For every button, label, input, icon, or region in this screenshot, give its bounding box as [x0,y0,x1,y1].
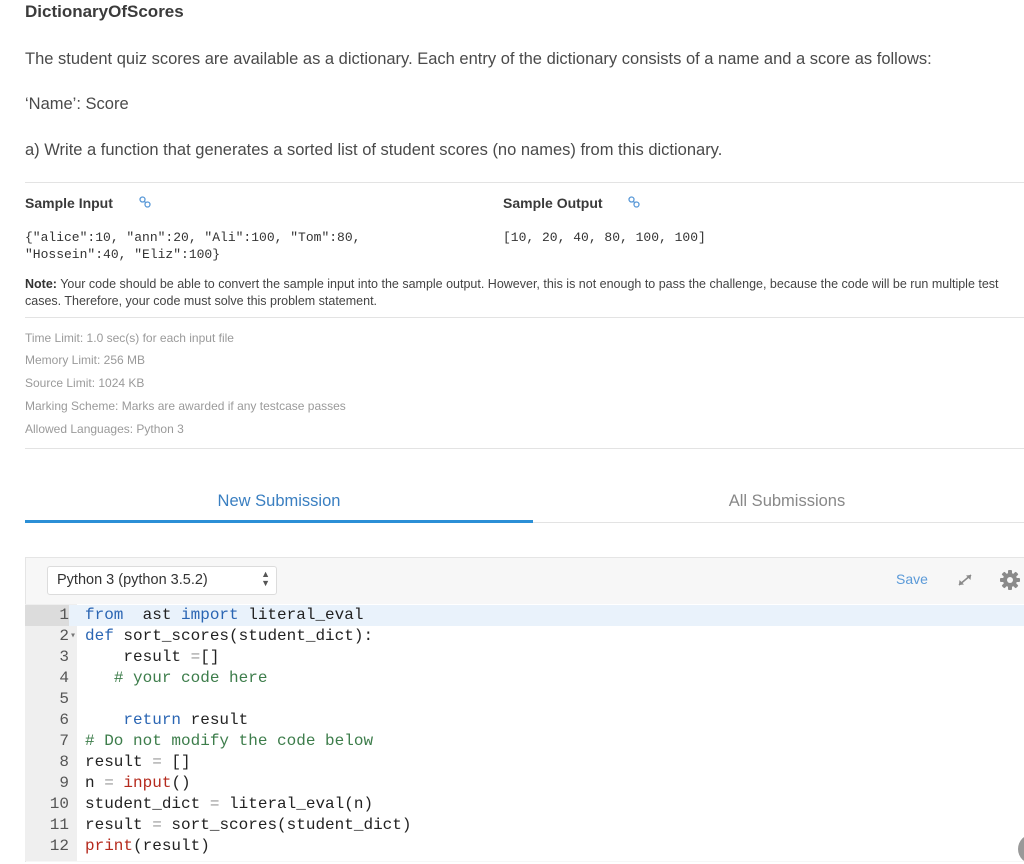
line-number: 2 [59,627,69,645]
sample-input-label: Sample Input [25,195,113,211]
code-line[interactable]: 12 print(result) [25,836,1024,857]
code-line[interactable]: 1 from ast import literal_eval [25,605,1024,626]
line-number: 1 [25,605,69,626]
code-line[interactable]: 3 result =[] [25,647,1024,668]
save-button[interactable]: Save [896,571,928,587]
limit-source: Source Limit: 1024 KB [25,376,145,390]
line-number: 10 [49,795,69,813]
allowed-languages: Allowed Languages: Python 3 [25,422,184,436]
code-text: result = [] [85,753,191,771]
sample-output-label: Sample Output [503,195,603,211]
fold-toggle-icon[interactable]: ▾ [70,626,76,647]
code-text: # your code here [113,669,268,687]
code-text: def sort_scores(student_dict): [85,627,374,645]
active-tab-indicator [25,520,533,523]
sample-output-value: [10, 20, 40, 80, 100, 100] [503,230,706,245]
line-number: 12 [49,837,69,855]
select-arrows-icon: ▲ ▼ [261,569,270,588]
problem-intro: The student quiz scores are available as… [25,50,932,68]
line-number: 3 [59,648,69,666]
gear-icon[interactable] [998,568,1022,592]
code-line[interactable]: 9 n = input() [25,773,1024,794]
problem-task: a) Write a function that generates a sor… [25,141,723,159]
line-number: 4 [59,669,69,687]
line-number: 11 [49,816,69,834]
divider [25,182,1024,183]
code-line[interactable]: 11 result = sort_scores(student_dict) [25,815,1024,836]
sample-input-heading: Sample Input [25,195,151,211]
link-icon[interactable] [628,196,641,211]
marking-scheme: Marking Scheme: Marks are awarded if any… [25,399,346,413]
code-text: # Do not modify the code below [85,732,374,750]
line-number: 8 [59,753,69,771]
note-text: Your code should be able to convert the … [25,277,999,308]
language-select[interactable]: Python 3 (python 3.5.2) ▲ ▼ [47,566,277,595]
code-text: return result [123,711,249,729]
line-number: 7 [59,732,69,750]
code-line[interactable]: 2 ▾ def sort_scores(student_dict): [25,626,1024,647]
tab-new-submission[interactable]: New Submission [25,492,533,511]
line-number: 6 [59,711,69,729]
sample-input-line: "Hossein":40, "Eliz":100} [25,247,221,262]
limit-memory: Memory Limit: 256 MB [25,353,146,367]
code-text: print(result) [85,837,210,855]
link-icon[interactable] [139,196,151,211]
tab-all-submissions[interactable]: All Submissions [533,492,1024,511]
code-line[interactable]: 4 # your code here [25,668,1024,689]
code-text: result =[] [85,648,220,666]
code-text: n = input() [85,774,191,792]
tab-divider [533,522,1024,523]
sample-output-heading: Sample Output [503,195,641,211]
problem-title: DictionaryOfScores [25,2,184,21]
divider [25,448,1024,449]
note-label: Note: [25,277,57,291]
sample-input-line: {"alice":10, "ann":20, "Ali":100, "Tom":… [25,230,361,245]
code-line[interactable]: 6 return result [25,710,1024,731]
divider [25,317,1024,318]
expand-icon[interactable] [954,570,976,590]
limit-time: Time Limit: 1.0 sec(s) for each input fi… [25,331,234,345]
line-number: 5 [59,690,69,708]
code-line[interactable]: 5 [25,689,1024,710]
code-line[interactable]: 10 student_dict = literal_eval(n) [25,794,1024,815]
code-text: result = sort_scores(student_dict) [85,816,412,834]
code-line[interactable]: 8 result = [] [25,752,1024,773]
code-text: from ast import literal_eval [85,606,364,624]
language-select-value: Python 3 (python 3.5.2) [57,572,208,588]
code-text: student_dict = literal_eval(n) [85,795,374,813]
problem-format: ‘Name’: Score [25,95,129,113]
code-editor[interactable]: 1 from ast import literal_eval 2 ▾ def sort_… [25,604,1024,861]
line-number: 9 [59,774,69,792]
code-line[interactable]: 7 # Do not modify the code below [25,731,1024,752]
note: Note: Your code should be able to conver… [25,276,1021,310]
